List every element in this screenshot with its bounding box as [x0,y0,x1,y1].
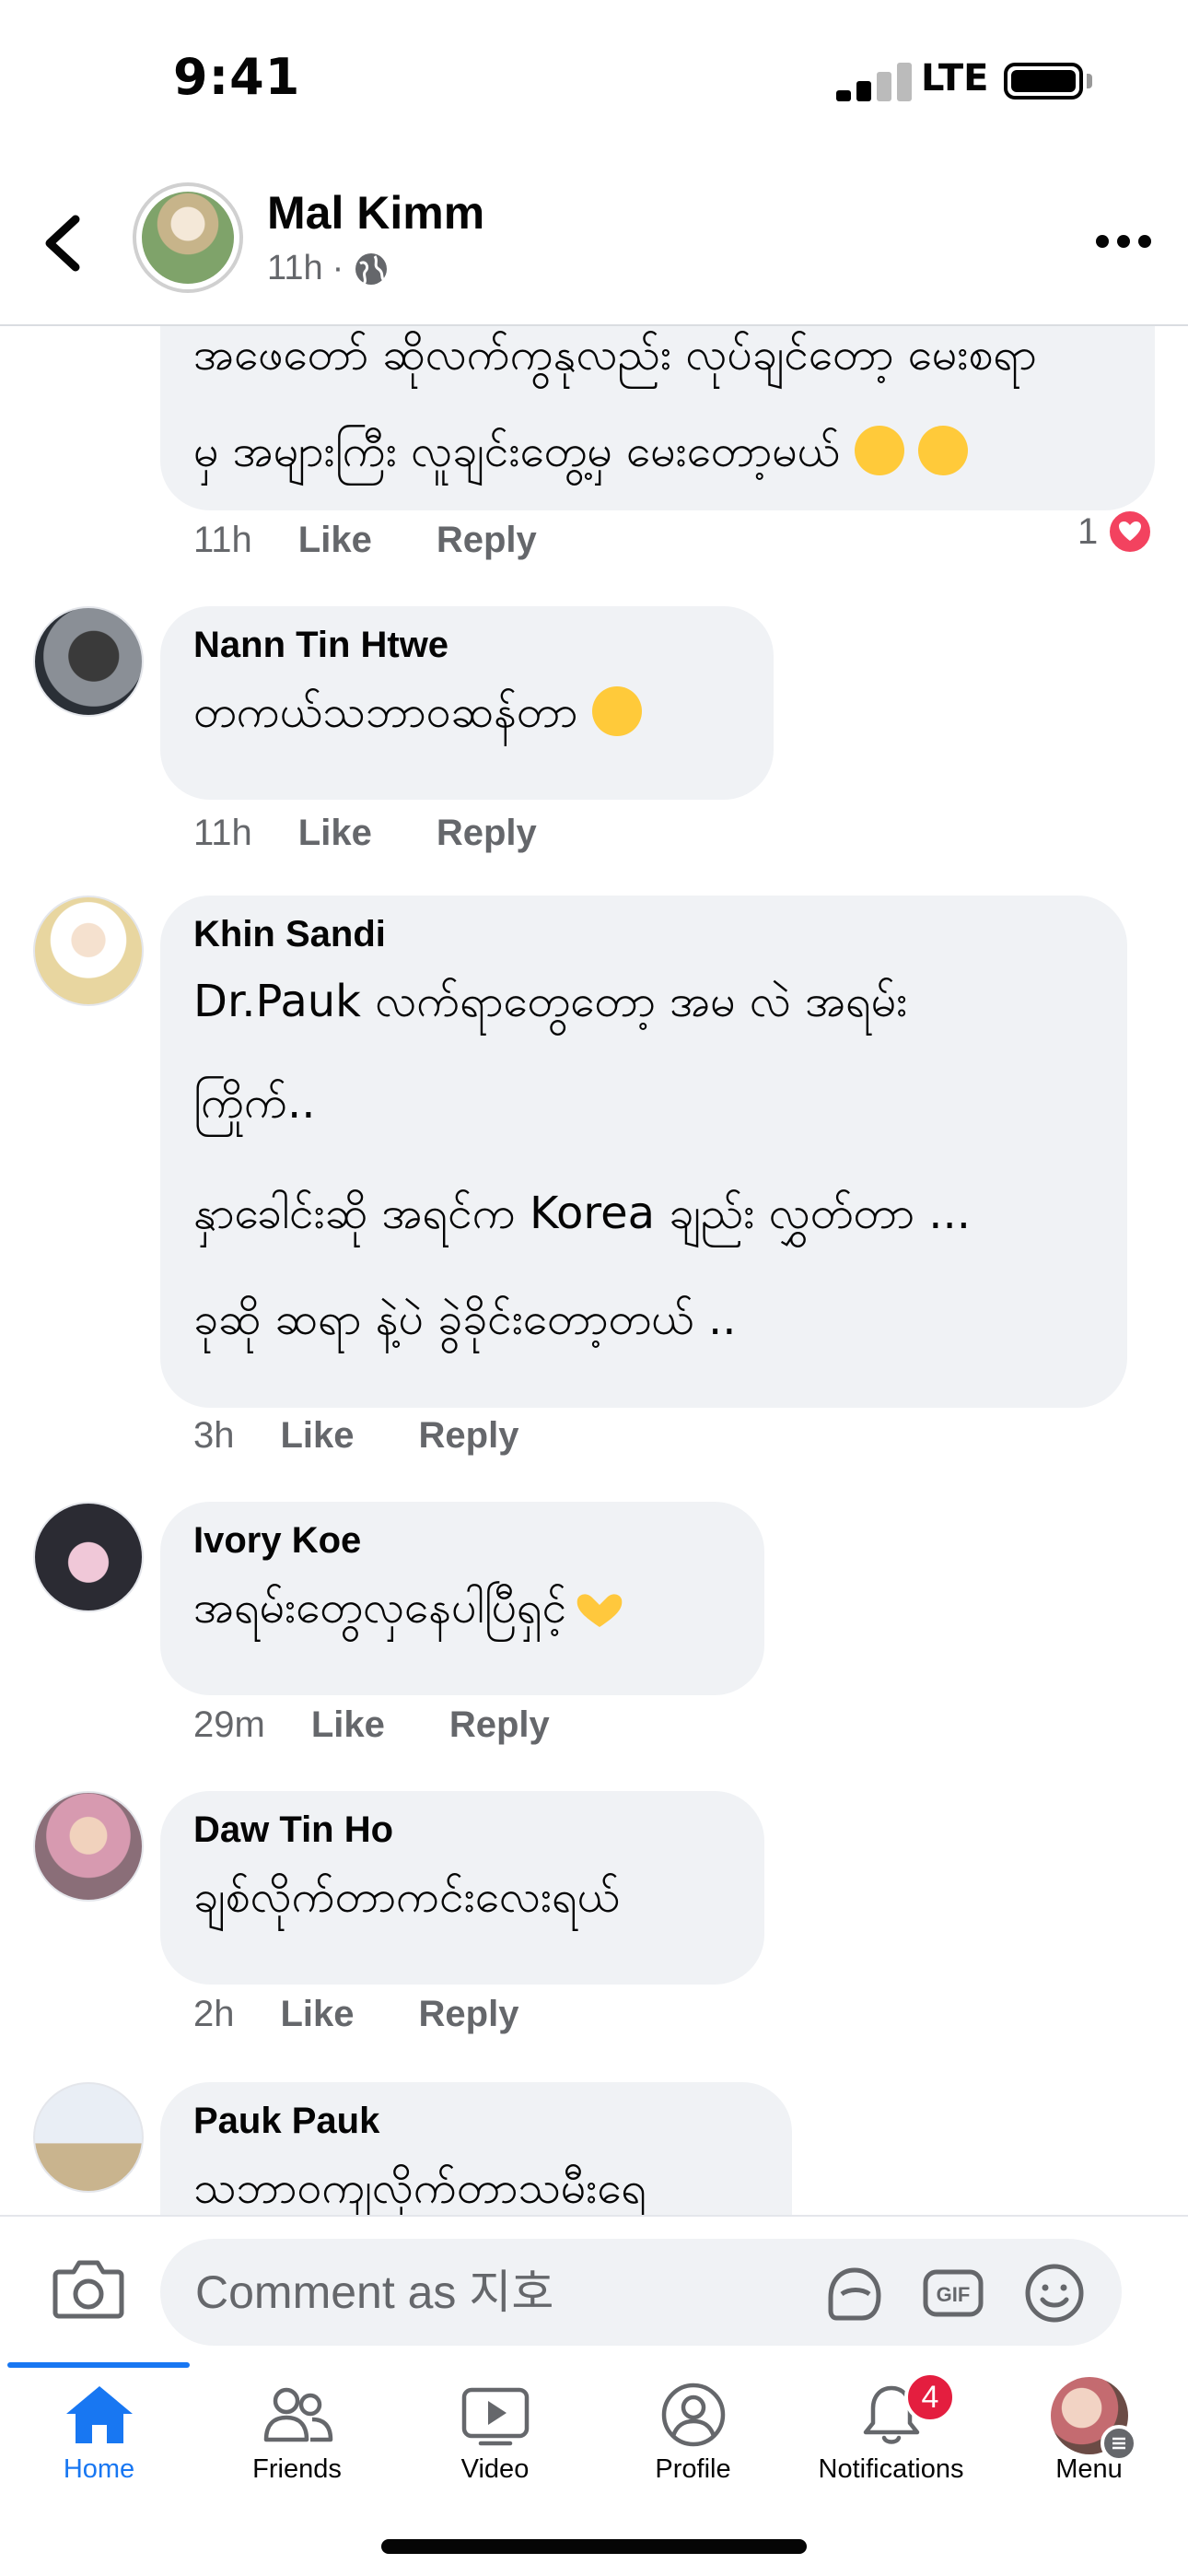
comment-time: 11h [193,813,252,853]
comment-line: နှာခေါင်းဆို အရင်က Korea ချည်း လွှတ်တာ .… [193,1188,971,1239]
comment-composer: GIF [0,2215,1188,2362]
like-button[interactable]: Like [298,520,372,561]
tab-home[interactable]: Home [0,2362,198,2484]
comment-line: ကြိုက်.. [193,1077,316,1129]
chevron-left-icon [45,215,80,272]
battery-tip [1087,74,1092,88]
tab-profile[interactable]: Profile [594,2362,792,2484]
status-time: 9:41 [173,48,301,106]
commenter-name[interactable]: Daw Tin Ho [193,1809,731,1851]
post-header: Mal Kimm 11h · [0,157,1188,326]
comment-line: ခုဆို ဆရာ နဲ့ပဲ ခွဲခိုင်းတော့တယ် .. [193,1294,737,1345]
author-name[interactable]: Mal Kimm [267,186,484,240]
camera-icon [52,2260,124,2319]
battery-icon [1004,63,1083,100]
comment-actions: 11h Like Reply [193,813,601,854]
more-options-button[interactable] [1096,230,1151,252]
reaction-number: 1 [1077,510,1099,552]
avatar-sticker-icon[interactable] [821,2261,886,2325]
comment-bubble[interactable]: Daw Tin Ho ချစ်လိုက်တာကင်းလေးရယ် [160,1791,764,1985]
home-indicator [381,2539,807,2554]
tab-label: Home [63,2454,135,2484]
commenter-avatar[interactable] [33,1502,144,1612]
comment-actions: 2h Like Reply [193,1994,583,2035]
comment-line: အရမ်းတွေလှနေပါပြီရှင့် [193,1562,731,1654]
post-meta: 11h · [267,249,390,288]
tab-notifications[interactable]: 4 Notifications [792,2362,990,2484]
tab-label: Menu [1055,2454,1123,2484]
comment-actions: 29m Like Reply [193,1704,614,1746]
commenter-avatar[interactable] [33,2082,144,2193]
heart-icon [1107,509,1154,555]
heart-hands-emoji-icon [577,1594,623,1627]
hand-over-mouth-emoji-icon [917,426,968,475]
reply-button[interactable]: Reply [419,1415,519,1457]
gif-icon[interactable]: GIF [921,2261,985,2325]
notification-badge: 4 [904,2371,956,2423]
tab-label: Video [460,2454,530,2484]
tab-friends[interactable]: Friends [198,2362,396,2484]
reply-button[interactable]: Reply [437,520,537,561]
camera-button[interactable] [52,2255,125,2322]
reply-button[interactable]: Reply [449,1704,550,1746]
commenter-name[interactable]: Ivory Koe [193,1520,731,1562]
commenter-avatar[interactable] [33,896,144,1006]
reply-button[interactable]: Reply [419,1994,519,2035]
tab-label: Friends [252,2454,342,2484]
author-avatar[interactable] [133,182,243,293]
comment-bubble[interactable]: Khin Sandi Dr.Pauk လက်ရာတွေတော့ အမ လဲ အရ… [160,896,1127,1408]
grinning-emoji-icon [854,426,904,475]
like-button[interactable]: Like [281,1994,355,2035]
commenter-avatar[interactable] [33,1791,144,1902]
like-button[interactable]: Like [298,813,372,854]
comment-time: 11h [193,520,252,560]
tab-label: Notifications [818,2454,964,2484]
comment-time: 29m [193,1704,265,1745]
commenter-name[interactable]: Pauk Pauk [193,2101,759,2142]
emoji-icon[interactable] [1022,2261,1087,2325]
commenter-avatar[interactable] [33,606,144,717]
comment-bubble[interactable]: အဖေတော် ဆိုလက်ကွနုလည်း လုပ်ချင်တော့ မေးစ… [160,326,1155,510]
video-icon [461,2387,529,2446]
comment-line: မှ အများကြီး လူချင်းတွေ့မှ မေးတော့မယ် [193,405,1122,498]
comment-bubble[interactable]: Nann Tin Htwe တကယ်သဘာဝဆန်တာ [160,606,774,800]
globe-icon [355,252,388,285]
comment-line: အဖေတော် ဆိုလက်ကွနုလည်း လုပ်ချင်တော့ မေးစ… [193,329,1037,381]
comment-line: သဘာဝကျလိုက်တာသမီးရေ [193,2162,646,2214]
commenter-name[interactable]: Khin Sandi [193,914,1094,955]
comment-bubble[interactable]: Pauk Pauk သဘာဝကျလိုက်တာသမီးရေ [160,2082,792,2215]
back-button[interactable] [37,206,92,280]
tab-label: Profile [655,2454,731,2484]
comment-actions: 11h Like Reply [193,520,601,561]
tab-video[interactable]: Video [396,2362,594,2484]
like-button[interactable]: Like [311,1704,385,1746]
comments-list: အဖေတော် ဆိုလက်ကွနုလည်း လုပ်ချင်တော့ မေးစ… [0,326,1188,2215]
comment-time: 3h [193,1415,235,1456]
comment-actions: 3h Like Reply [193,1415,583,1457]
svg-text:GIF: GIF [937,2283,971,2306]
comment-line: ချစ်လိုက်တာကင်းလေးရယ် [193,1871,621,1923]
commenter-name[interactable]: Nann Tin Htwe [193,625,740,666]
heart-eyes-emoji-icon [591,686,642,736]
profile-icon [661,2383,725,2447]
friends-icon [263,2387,332,2442]
reaction-count[interactable]: 1 [1077,509,1154,555]
status-bar: 9:41 LTE [0,0,1188,157]
home-icon [65,2386,133,2443]
meta-separator: · [332,249,344,287]
post-time: 11h [267,249,323,287]
like-button[interactable]: Like [281,1415,355,1457]
reply-button[interactable]: Reply [437,813,537,854]
comment-time: 2h [193,1994,235,2034]
comment-bubble[interactable]: Ivory Koe အရမ်းတွေလှနေပါပြီရှင့် [160,1502,764,1695]
signal-icon [836,61,919,101]
tab-menu[interactable]: Menu [990,2362,1188,2484]
comment-line: Dr.Pauk လက်ရာတွေတော့ အမ လဲ အရမ်း [193,976,908,1027]
network-type: LTE [921,57,989,100]
comment-line: တကယ်သဘာဝဆန်တာ [193,666,740,758]
